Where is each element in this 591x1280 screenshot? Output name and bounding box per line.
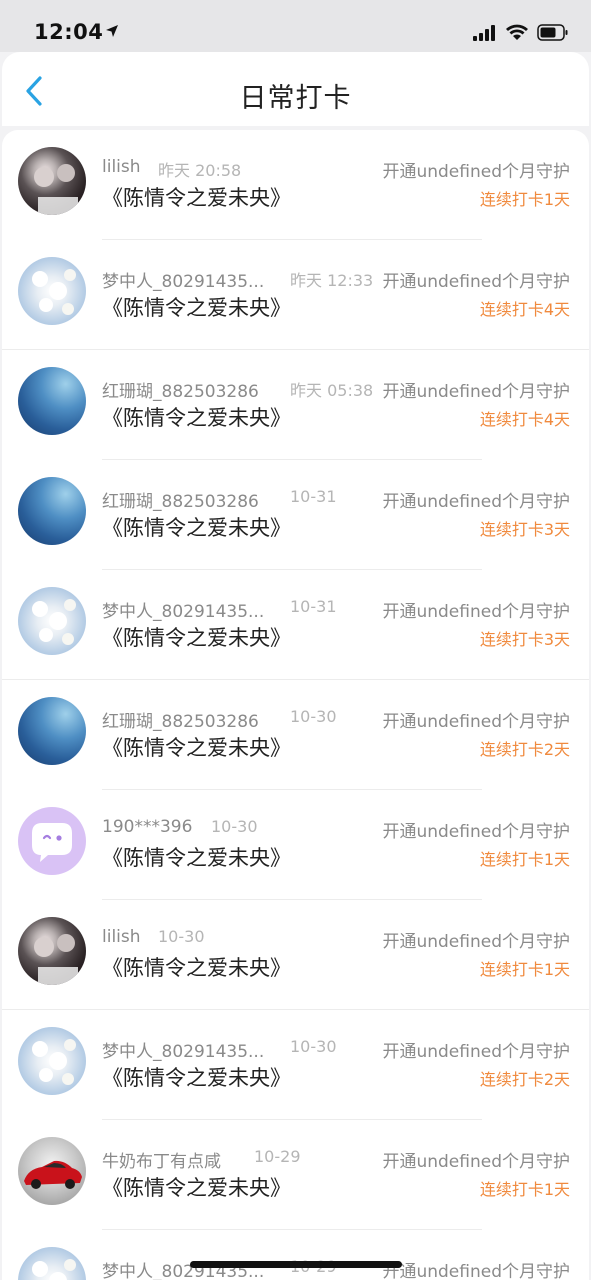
list-item[interactable]: 红珊瑚_882503286 昨天 05:38 《陈情令之爱未央》 开通undef… — [2, 350, 589, 460]
list-item[interactable]: 梦中人_80291435... 10-31 《陈情令之爱未央》 开通undefi… — [2, 570, 589, 680]
guard-text: 开通undefined个月守护 — [382, 1037, 570, 1062]
status-icons — [106, 24, 569, 45]
checkin-time: 10-31 — [290, 597, 337, 616]
list-item[interactable]: 红珊瑚_882503286 10-30 《陈情令之爱未央》 开通undefine… — [2, 680, 589, 790]
checkin-time: 昨天 12:33 — [290, 271, 374, 290]
user-name: lilish — [102, 157, 141, 177]
user-name: lilish — [102, 927, 141, 947]
guard-text: 开通undefined个月守护 — [382, 817, 570, 842]
status-bar: 12:04 — [0, 0, 591, 52]
book-title: 《陈情令之爱未央》 — [102, 406, 291, 430]
checkin-time: 10-30 — [290, 707, 337, 726]
streak-text: 连续打卡2天 — [479, 1070, 570, 1089]
avatar — [18, 697, 86, 765]
streak-text: 连续打卡2天 — [479, 740, 570, 759]
checkin-time: 10-30 — [290, 1037, 337, 1056]
book-title: 《陈情令之爱未央》 — [102, 1066, 291, 1090]
list-item[interactable]: 梦中人_80291435... 10-30 《陈情令之爱未央》 开通undefi… — [2, 1010, 589, 1120]
book-title: 《陈情令之爱未央》 — [102, 296, 291, 320]
list-item[interactable]: 牛奶布丁有点咸 10-29 《陈情令之爱未央》 开通undefined个月守护 … — [2, 1120, 589, 1230]
book-title: 《陈情令之爱未央》 — [102, 956, 291, 980]
avatar — [18, 1027, 86, 1095]
checkin-time: 昨天 20:58 — [158, 161, 242, 180]
streak-text: 连续打卡1天 — [479, 1180, 570, 1199]
avatar — [18, 367, 86, 435]
checkin-time: 昨天 05:38 — [290, 381, 374, 400]
avatar — [18, 1137, 86, 1205]
streak-text: 连续打卡1天 — [479, 850, 570, 869]
user-name: 梦中人_80291435... — [102, 272, 265, 292]
user-name: 红珊瑚_882503286 — [102, 382, 259, 402]
user-name: 红珊瑚_882503286 — [102, 712, 259, 732]
book-title: 《陈情令之爱未央》 — [102, 626, 291, 650]
checkin-time: 10-31 — [290, 487, 337, 506]
avatar — [18, 807, 86, 875]
avatar — [18, 587, 86, 655]
streak-text: 连续打卡3天 — [479, 630, 570, 649]
streak-text: 连续打卡4天 — [479, 410, 570, 429]
avatar — [18, 257, 86, 325]
avatar — [18, 477, 86, 545]
user-name: 190***396 — [102, 817, 193, 837]
checkin-time: 10-30 — [158, 927, 205, 946]
guard-text: 开通undefined个月守护 — [382, 707, 570, 732]
checkin-time: 10-30 — [211, 817, 258, 836]
avatar — [18, 917, 86, 985]
nav-bar: 日常打卡 — [2, 52, 589, 126]
guard-text: 开通undefined个月守护 — [382, 597, 570, 622]
guard-text: 开通undefined个月守护 — [382, 157, 570, 182]
book-title: 《陈情令之爱未央》 — [102, 846, 291, 870]
book-title: 《陈情令之爱未央》 — [102, 186, 291, 210]
guard-text: 开通undefined个月守护 — [382, 267, 570, 292]
checkin-list: lilish 昨天 20:58 《陈情令之爱未央》 开通undefined个月守… — [2, 130, 589, 1280]
list-item[interactable]: lilish 10-30 《陈情令之爱未央》 开通undefined个月守护 连… — [2, 900, 589, 1010]
avatar — [18, 1247, 86, 1280]
book-title: 《陈情令之爱未央》 — [102, 736, 291, 760]
list-item[interactable]: 梦中人_80291435... 昨天 12:33 《陈情令之爱未央》 开通und… — [2, 240, 589, 350]
guard-text: 开通undefined个月守护 — [382, 1147, 570, 1172]
list-item[interactable]: lilish 昨天 20:58 《陈情令之爱未央》 开通undefined个月守… — [2, 130, 589, 240]
user-name: 牛奶布丁有点咸 — [102, 1152, 221, 1172]
checkin-time: 10-29 — [254, 1147, 301, 1166]
book-title: 《陈情令之爱未央》 — [102, 516, 291, 540]
user-name: 梦中人_80291435... — [102, 1042, 265, 1062]
guard-text: 开通undefined个月守护 — [382, 927, 570, 952]
guard-text: 开通undefined个月守护 — [382, 487, 570, 512]
avatar — [18, 147, 86, 215]
list-item[interactable]: 190***396 10-30 《陈情令之爱未央》 开通undefined个月守… — [2, 790, 589, 900]
streak-text: 连续打卡3天 — [479, 520, 570, 539]
battery-icon — [537, 24, 569, 45]
guard-text: 开通undefined个月守护 — [382, 377, 570, 402]
streak-text: 连续打卡1天 — [479, 960, 570, 979]
list-item[interactable]: 红珊瑚_882503286 10-31 《陈情令之爱未央》 开通undefine… — [2, 460, 589, 570]
user-name: 红珊瑚_882503286 — [102, 492, 259, 512]
signal-icon — [473, 24, 497, 45]
streak-text: 连续打卡4天 — [479, 300, 570, 319]
status-time: 12:04 — [34, 20, 104, 44]
home-indicator[interactable] — [190, 1261, 402, 1268]
user-name: 梦中人_80291435... — [102, 602, 265, 622]
list-item[interactable]: 梦中人_80291435... 10-29 开通undefined个月守护 — [2, 1230, 589, 1280]
page-title: 日常打卡 — [239, 83, 352, 114]
location-arrow-icon — [105, 23, 119, 42]
book-title: 《陈情令之爱未央》 — [102, 1176, 291, 1200]
guard-text: 开通undefined个月守护 — [382, 1257, 570, 1280]
wifi-icon — [505, 24, 529, 45]
streak-text: 连续打卡1天 — [479, 190, 570, 209]
